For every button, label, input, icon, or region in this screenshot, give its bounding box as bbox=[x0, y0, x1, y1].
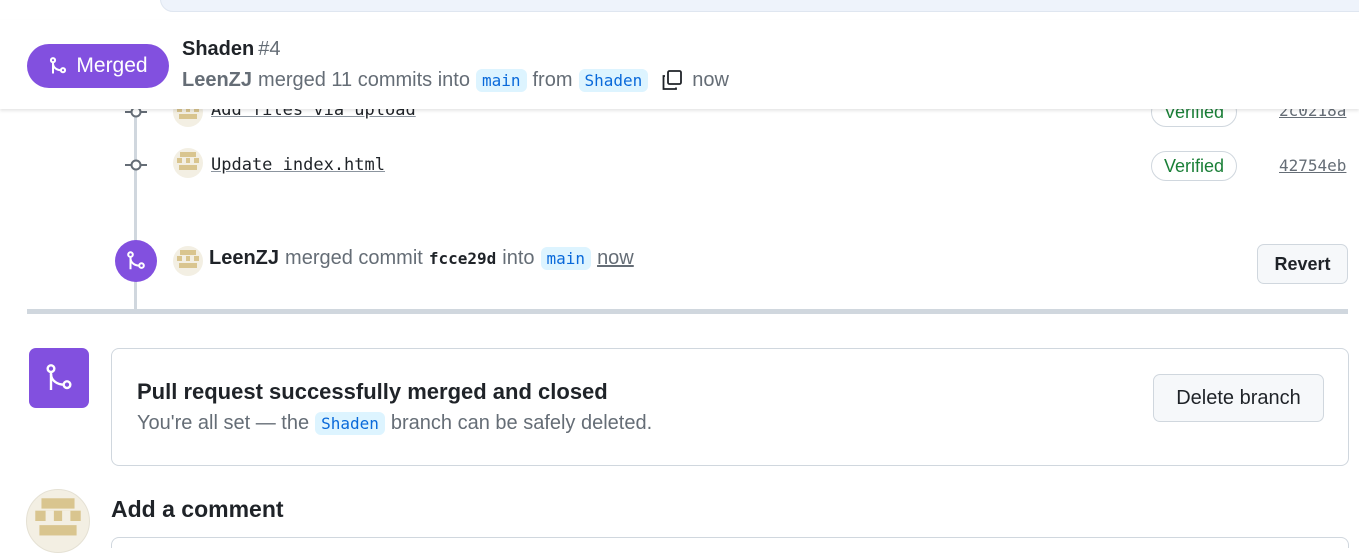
git-merge-icon bbox=[29, 348, 89, 408]
pr-meta: LeenZJ merged 11 commits into main from … bbox=[182, 68, 729, 92]
git-commit-icon bbox=[125, 159, 147, 171]
branch-label[interactable]: Shaden bbox=[315, 412, 385, 435]
copy-icon[interactable] bbox=[660, 68, 684, 92]
author-link[interactable]: LeenZJ bbox=[209, 247, 279, 270]
pr-time: now bbox=[692, 68, 729, 91]
search-bar[interactable] bbox=[160, 0, 1359, 12]
into-text: into bbox=[502, 247, 535, 269]
avatar[interactable] bbox=[173, 246, 203, 276]
merge-commit-sha-link[interactable]: fcce29d bbox=[429, 249, 496, 268]
add-comment-heading: Add a comment bbox=[111, 496, 284, 522]
pr-number: #4 bbox=[258, 38, 281, 60]
timestamp-link[interactable]: now bbox=[597, 247, 634, 270]
author-link[interactable]: LeenZJ bbox=[182, 69, 252, 92]
pr-title: Shaden #4 bbox=[182, 38, 281, 61]
merge-event-text: merged commit bbox=[285, 247, 423, 269]
top-search-strip bbox=[0, 0, 1359, 21]
git-merge-icon bbox=[115, 240, 157, 282]
avatar[interactable] bbox=[26, 489, 90, 553]
merged-desc-before: You're all set — the bbox=[137, 412, 310, 434]
merged-description: You're all set — the Shaden branch can b… bbox=[137, 412, 652, 435]
pr-sticky-header: Merged Shaden #4 LeenZJ merged 11 commits… bbox=[0, 20, 1359, 109]
commit-sha-link[interactable]: 42754eb bbox=[1279, 156, 1346, 175]
delete-branch-button[interactable]: Delete branch bbox=[1153, 374, 1324, 422]
merged-desc-after: branch can be safely deleted. bbox=[390, 412, 653, 434]
branch-label[interactable]: main bbox=[540, 247, 592, 270]
base-branch-label[interactable]: main bbox=[475, 68, 527, 92]
merged-title: Pull request successfully merged and clo… bbox=[137, 379, 608, 404]
commit-row: Update index.html Verified 42754eb bbox=[0, 148, 1359, 181]
status-label: Merged bbox=[76, 54, 148, 77]
merge-event: LeenZJ merged commit fcce29d into main n… bbox=[209, 247, 634, 270]
status-badge: Merged bbox=[27, 44, 169, 88]
comment-textarea[interactable] bbox=[111, 537, 1349, 548]
from-text: from bbox=[532, 68, 573, 91]
avatar[interactable] bbox=[173, 148, 203, 178]
commit-message-link[interactable]: Update index.html bbox=[211, 155, 385, 175]
verified-badge[interactable]: Verified bbox=[1151, 151, 1237, 181]
merged-text: merged 11 commits into bbox=[258, 68, 470, 91]
timeline-divider bbox=[27, 309, 1348, 314]
revert-button[interactable]: Revert bbox=[1257, 244, 1348, 284]
merged-panel: Pull request successfully merged and clo… bbox=[111, 348, 1349, 466]
head-branch-label[interactable]: Shaden bbox=[578, 68, 649, 92]
pr-title-text: Shaden bbox=[182, 38, 255, 60]
git-merge-icon bbox=[50, 57, 67, 74]
